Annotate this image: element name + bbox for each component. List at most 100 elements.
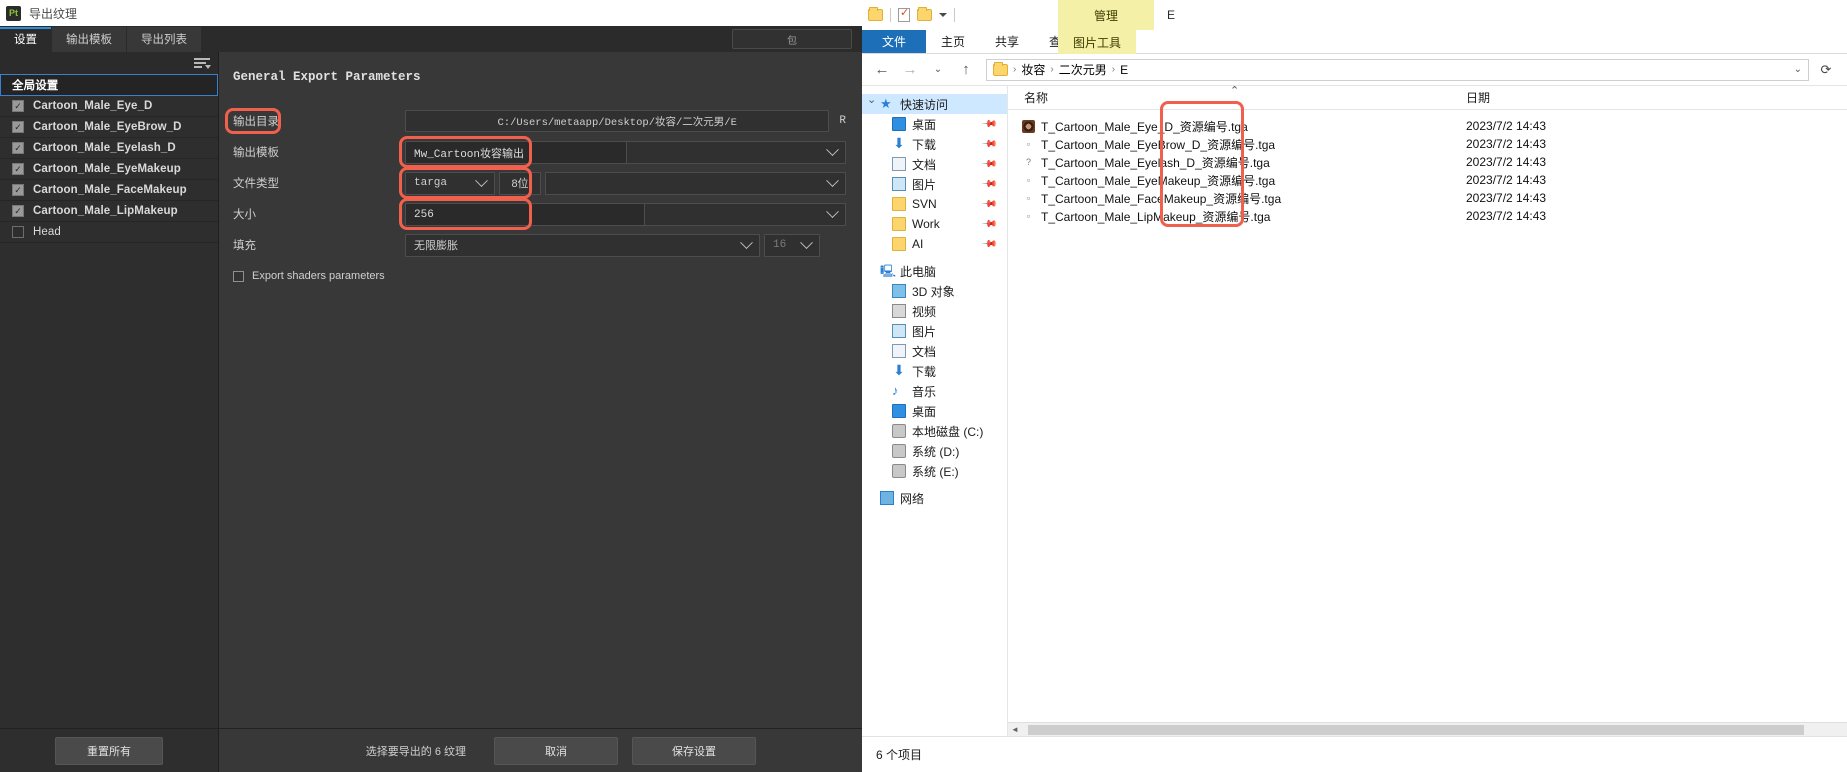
scrollbar-track[interactable] [1022, 722, 1847, 737]
nav-item-documents[interactable]: 文档 📌 [862, 154, 1007, 174]
label-file-type: 文件类型 [233, 178, 279, 190]
checkbox-export-shaders[interactable] [233, 270, 244, 282]
cancel-button[interactable]: 取消 [494, 736, 618, 765]
list-item-head[interactable]: ✓ Head [0, 222, 218, 243]
save-settings-button[interactable]: 保存设置 [632, 736, 756, 765]
list-item-cartoon-male-eyebrow-d[interactable]: ✓ Cartoon_Male_EyeBrow_D [0, 117, 218, 138]
forward-icon[interactable]: → [898, 58, 922, 82]
management-contextual-tab[interactable]: 管理 [1058, 0, 1154, 30]
search-input[interactable]: 包 [732, 29, 852, 49]
pin-icon[interactable]: 📌 [980, 196, 997, 213]
nav-item-quick-access[interactable]: ★ 快速访问 [862, 93, 1007, 114]
nav-item-this-pc[interactable]: 🖳 此电脑 [862, 261, 1007, 281]
padding-number-combo[interactable]: 16 [764, 233, 820, 257]
new-folder-icon[interactable] [917, 7, 932, 21]
texture-set-toolbar [0, 52, 218, 74]
file-type-extra-combo[interactable] [545, 171, 846, 195]
nav-item-svn[interactable]: SVN 📌 [862, 194, 1007, 214]
nav-item-documents-pc[interactable]: 文档 [862, 341, 1007, 361]
up-icon[interactable]: ↑ [954, 58, 978, 82]
pin-icon[interactable]: 📌 [980, 216, 997, 233]
breadcrumb-item-1[interactable]: 妆容 [1021, 61, 1045, 78]
pin-icon[interactable]: 📌 [980, 136, 997, 153]
disk-icon [892, 444, 906, 458]
checkbox-cartoon-male-eyemakeup[interactable]: ✓ [12, 163, 24, 175]
nav-item-local-disk-c[interactable]: 本地磁盘 (C:) [862, 421, 1007, 441]
breadcrumb-chevron-down-icon[interactable]: ⌄ [1794, 64, 1802, 75]
reset-all-button[interactable]: 重置所有 [55, 736, 163, 765]
chevron-down-icon [740, 235, 753, 249]
list-item-cartoon-male-eye-d[interactable]: ✓ Cartoon_Male_Eye_D [0, 96, 218, 117]
pin-icon[interactable]: 📌 [980, 176, 997, 193]
nav-item-downloads[interactable]: ⬇ 下载 📌 [862, 134, 1007, 154]
checkbox-cartoon-male-facemakeup[interactable]: ✓ [12, 184, 24, 196]
checkbox-head[interactable]: ✓ [12, 226, 24, 238]
tab-export-list[interactable]: 导出列表 [127, 27, 201, 52]
file-row[interactable]: ▫ T_Cartoon_Male_LipMakeup_资源编号.tga 2023… [1008, 207, 1847, 225]
list-item-cartoon-male-eyemakeup[interactable]: ✓ Cartoon_Male_EyeMakeup [0, 159, 218, 180]
filter-menu-icon[interactable] [194, 57, 211, 69]
bit-depth-value[interactable]: 8位 [499, 171, 541, 195]
refresh-icon[interactable]: ⟳ [1813, 59, 1839, 81]
nav-item-system-d[interactable]: 系统 (D:) [862, 441, 1007, 461]
list-item-global-settings[interactable]: 全局设置 [0, 74, 218, 96]
scrollbar-thumb[interactable] [1028, 724, 1804, 735]
chevron-down-icon[interactable] [939, 13, 947, 17]
pin-icon[interactable]: 📌 [980, 236, 997, 253]
nav-item-pictures-pc[interactable]: 图片 [862, 321, 1007, 341]
nav-item-system-e[interactable]: 系统 (E:) [862, 461, 1007, 481]
breadcrumb-item-2[interactable]: 二次元男 [1059, 61, 1107, 78]
tab-settings[interactable]: 设置 [0, 27, 51, 52]
size-value[interactable]: 256 [405, 203, 645, 226]
file-row[interactable]: ▫ T_Cartoon_Male_FaceMakeup_资源编号.tga 202… [1008, 189, 1847, 207]
breadcrumb[interactable]: › 妆容 › 二次元男 › E ⌄ [986, 58, 1809, 81]
toolbar-divider [954, 8, 955, 22]
pin-icon[interactable]: 📌 [980, 116, 997, 133]
padding-combo[interactable]: 无限膨胀 [405, 233, 760, 257]
file-row[interactable]: ▫ T_Cartoon_Male_EyeMakeup_资源编号.tga 2023… [1008, 171, 1847, 189]
recent-locations-chevron-icon[interactable]: ⌄ [926, 58, 950, 82]
ribbon-tab-file[interactable]: 文件 [862, 30, 927, 53]
properties-icon[interactable] [898, 8, 910, 22]
checkbox-cartoon-male-eyebrow-d[interactable]: ✓ [12, 121, 24, 133]
scroll-left-icon[interactable]: ◄ [1008, 725, 1022, 734]
checkbox-cartoon-male-eyelash-d[interactable]: ✓ [12, 142, 24, 154]
checkbox-cartoon-male-lipmakeup[interactable]: ✓ [12, 205, 24, 217]
global-settings-label: 全局设置 [12, 80, 59, 92]
list-item-cartoon-male-lipmakeup[interactable]: ✓ Cartoon_Male_LipMakeup [0, 201, 218, 222]
nav-item-work[interactable]: Work 📌 [862, 214, 1007, 234]
column-header-date[interactable]: 日期 [1466, 89, 1490, 106]
sort-ascending-icon: ⌃ [1230, 85, 1240, 97]
ribbon-tab-share[interactable]: 共享 [980, 30, 1034, 53]
nav-item-downloads-pc[interactable]: ⬇ 下载 [862, 361, 1007, 381]
file-date: 2023/7/2 14:43 [1466, 137, 1547, 151]
ribbon-tab-home[interactable]: 主页 [926, 30, 980, 53]
list-item-cartoon-male-eyelash-d[interactable]: ✓ Cartoon_Male_Eyelash_D [0, 138, 218, 159]
pin-icon[interactable]: 📌 [980, 156, 997, 173]
nav-item-videos[interactable]: 视频 [862, 301, 1007, 321]
breadcrumb-item-3[interactable]: E [1120, 63, 1128, 77]
file-row[interactable]: ▫ T_Cartoon_Male_EyeBrow_D_资源编号.tga 2023… [1008, 135, 1847, 153]
nav-item-desktop-pc[interactable]: 桌面 [862, 401, 1007, 421]
nav-item-network[interactable]: 网络 [862, 488, 1007, 508]
list-item-cartoon-male-facemakeup[interactable]: ✓ Cartoon_Male_FaceMakeup [0, 180, 218, 201]
row-export-shaders[interactable]: Export shaders parameters [233, 270, 846, 282]
tab-output-templates[interactable]: 输出模板 [52, 27, 126, 52]
output-directory-input[interactable]: C:/Users/metaapp/Desktop/妆容/二次元男/E [405, 110, 830, 132]
folder-icon[interactable] [868, 7, 883, 21]
list-item-label: Cartoon_Male_LipMakeup [33, 205, 178, 217]
back-icon[interactable]: ← [870, 58, 894, 82]
file-type-combo[interactable]: targa [405, 171, 495, 195]
horizontal-scrollbar[interactable]: ◄ [1008, 722, 1847, 737]
nav-item-3d-objects[interactable]: 3D 对象 [862, 281, 1007, 301]
file-list: T_Cartoon_Male_Eye_D_资源编号.tga 2023/7/2 1… [1008, 110, 1847, 225]
checkbox-cartoon-male-eye-d[interactable]: ✓ [12, 100, 24, 112]
output-template-value[interactable]: Mw_Cartoon妆容输出 [405, 141, 627, 164]
nav-item-pictures[interactable]: 图片 📌 [862, 174, 1007, 194]
file-row[interactable]: ? T_Cartoon_Male_Eyelash_D_资源编号.tga 2023… [1008, 153, 1847, 171]
nav-item-desktop[interactable]: 桌面 📌 [862, 114, 1007, 134]
file-row[interactable]: T_Cartoon_Male_Eye_D_资源编号.tga 2023/7/2 1… [1008, 117, 1847, 135]
nav-item-music[interactable]: ♪ 音乐 [862, 381, 1007, 401]
nav-item-ai[interactable]: AI 📌 [862, 234, 1007, 254]
ribbon-tab-picture-tools[interactable]: 图片工具 [1058, 30, 1137, 54]
